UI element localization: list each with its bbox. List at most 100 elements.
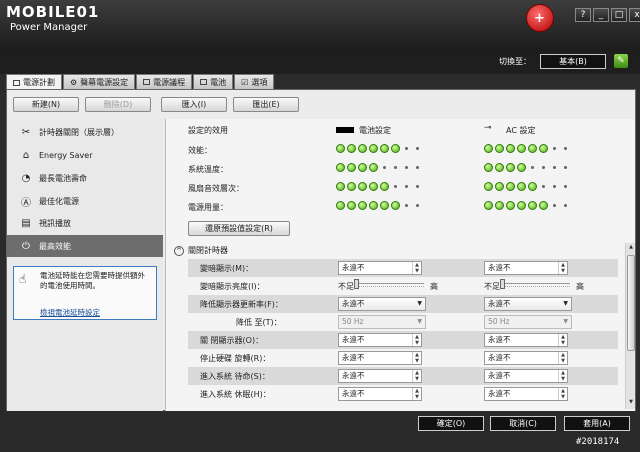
dim-display-ac-spin[interactable]: 永遠不 ▲ ▼	[484, 261, 568, 275]
battery-stretch-link[interactable]: 檢視電池延時設定	[40, 307, 100, 318]
close-button[interactable]: x	[629, 8, 640, 22]
ac-plug-icon: ⊸	[484, 123, 492, 133]
rating-dot-filled	[506, 163, 515, 172]
plan-settings: 設定的效用 電池設定 ⊸ AC 設定 效能： 系統溫度： 風扇音效層次： 電源用…	[165, 119, 635, 411]
rating-dot-filled	[484, 201, 493, 210]
rating-dot-filled	[484, 144, 493, 153]
display-off-ac-spin[interactable]: 永遠不 ▲ ▼	[484, 333, 568, 347]
temp-row-label: 系統溫度：	[188, 165, 228, 174]
settings-scrollbar[interactable]: ▲ ▼	[625, 243, 635, 409]
rating-dot-filled	[369, 163, 378, 172]
rating-dot-filled	[347, 163, 356, 172]
timer-row: 變暗顯示亮度(I)： 不足 高 不足 高	[188, 277, 618, 295]
timer-icon: ✂	[21, 126, 31, 138]
watermark: #2018174	[576, 437, 620, 447]
rating-dot-filled	[528, 144, 537, 153]
export-button[interactable]: 匯出(E)	[233, 97, 299, 112]
plan-item-max-performance[interactable]: ⏻ 最高效能	[7, 235, 163, 257]
battery-logo-icon: +	[526, 4, 554, 32]
scroll-thumb[interactable]	[627, 255, 635, 351]
rating-dot-filled	[369, 182, 378, 191]
rating-dot-filled	[358, 182, 367, 191]
power-battery-rating	[336, 201, 422, 210]
standby-battery-spin[interactable]: 永遠不 ▲ ▼	[338, 369, 422, 383]
tab-display-power[interactable]: ⚙ 聲幕電源設定	[63, 74, 136, 89]
rating-dot-empty	[416, 166, 419, 169]
tab-power-schedule[interactable]: 電源議程	[136, 74, 193, 89]
new-button[interactable]: 新建(N)	[13, 97, 79, 112]
collapse-icon: ^	[174, 245, 184, 256]
hibernate-ac-spin[interactable]: 永遠不 ▲ ▼	[484, 387, 568, 401]
power-icon: ⏻	[22, 240, 30, 252]
plan-item-max-battery[interactable]: ◔ 最長電池壽命	[7, 167, 163, 189]
tab-options[interactable]: ☑ 選項	[234, 74, 275, 89]
scroll-down-icon[interactable]: ▼	[627, 399, 635, 408]
rating-dot-filled	[528, 201, 537, 210]
timers-section-header[interactable]: ^ 關閉計時器	[174, 245, 228, 256]
rating-dot-filled	[506, 182, 515, 191]
dim-brightness-battery-slider[interactable]	[354, 279, 424, 289]
app-title: Power Manager	[10, 22, 88, 33]
cancel-button[interactable]: 取消(C)	[490, 416, 556, 431]
maximize-button[interactable]: □	[611, 8, 627, 22]
plan-item-energy-saver[interactable]: ⌂ Energy Saver	[7, 144, 163, 166]
reduce-to-battery-select[interactable]: 50 Hz ▼	[338, 315, 426, 329]
battery-plug-icon	[336, 127, 354, 133]
power-plug-icon[interactable]: ✎	[614, 54, 628, 68]
hdd-spin-down-battery-spin[interactable]: 永遠不 ▲ ▼	[338, 351, 422, 365]
slider-thumb[interactable]	[354, 279, 359, 289]
checkbox-icon: ☑	[241, 77, 249, 87]
rating-dot-filled	[369, 144, 378, 153]
plan-list: ✂ 計時器關閉（展示層） ⌂ Energy Saver ◔ 最長電池壽命 Ⓐ 最佳化電源…	[7, 119, 163, 411]
scroll-up-icon[interactable]: ▲	[627, 244, 635, 253]
rating-dot-filled	[517, 163, 526, 172]
rating-dot-filled	[484, 163, 493, 172]
battery-column-label: 電池設定	[359, 126, 391, 135]
current-settings-heading: 設定的效用	[188, 126, 228, 135]
rating-dot-filled	[506, 144, 515, 153]
refresh-rate-ac-select[interactable]: 永遠不 ▼	[484, 297, 572, 311]
rating-dot-filled	[336, 182, 345, 191]
perf-ac-rating	[484, 144, 570, 153]
import-button[interactable]: 匯入(I)	[161, 97, 227, 112]
timer-row: 進入系統 待命(S)： 永遠不 ▲ ▼ 永遠不 ▲ ▼	[188, 367, 618, 385]
display-off-battery-spin[interactable]: 永遠不 ▲ ▼	[338, 333, 422, 347]
reduce-to-ac-select[interactable]: 50 Hz ▼	[484, 315, 572, 329]
plan-item-optimized[interactable]: Ⓐ 最佳化電源	[7, 190, 163, 212]
dim-brightness-ac-slider[interactable]	[500, 279, 570, 289]
tab-battery[interactable]: 電池	[193, 74, 234, 89]
title-bar: MOBILE01 Power Manager + ? _ □ x	[0, 0, 640, 50]
plan-item-timer-off[interactable]: ✂ 計時器關閉（展示層）	[7, 121, 163, 143]
rating-dot-filled	[380, 182, 389, 191]
brand-logo: MOBILE01	[6, 3, 100, 21]
film-icon: ▤	[21, 217, 31, 229]
tab-power-plans[interactable]: 電源計劃	[6, 74, 62, 90]
dim-display-battery-spin[interactable]: 永遠不 ▲ ▼	[338, 261, 422, 275]
basic-mode-button[interactable]: 基本(B)	[540, 54, 606, 69]
timer-row: 降低 至(T)： 50 Hz ▼ 50 Hz ▼	[188, 313, 618, 331]
rating-dot-empty	[553, 147, 556, 150]
plan-item-video[interactable]: ▤ 視訊播放	[7, 212, 163, 234]
restore-defaults-button[interactable]: 還原預設值設定(R)	[188, 221, 290, 236]
hibernate-battery-spin[interactable]: 永遠不 ▲ ▼	[338, 387, 422, 401]
ok-button[interactable]: 確定(O)	[418, 416, 484, 431]
apply-button[interactable]: 套用(A)	[564, 416, 630, 431]
rating-dot-filled	[517, 182, 526, 191]
rating-dot-empty	[564, 166, 567, 169]
timer-row: 停止硬碟 旋轉(R)： 永遠不 ▲ ▼ 永遠不 ▲ ▼	[188, 349, 618, 367]
rating-dot-filled	[358, 144, 367, 153]
hdd-spin-down-ac-spin[interactable]: 永遠不 ▲ ▼	[484, 351, 568, 365]
power-ac-rating	[484, 201, 570, 210]
fan-row-label: 風扇音效層次：	[188, 184, 244, 193]
help-button[interactable]: ?	[575, 8, 591, 22]
temp-ac-rating	[484, 163, 570, 172]
rating-dot-filled	[539, 144, 548, 153]
ac-column-label: AC 設定	[506, 126, 536, 135]
delete-button[interactable]: 刪除(D)	[85, 97, 151, 112]
refresh-rate-battery-select[interactable]: 永遠不 ▼	[338, 297, 426, 311]
standby-ac-spin[interactable]: 永遠不 ▲ ▼	[484, 369, 568, 383]
temp-battery-rating	[336, 163, 422, 172]
minimize-button[interactable]: _	[593, 8, 609, 22]
gear-icon: ⚙	[70, 77, 78, 87]
slider-thumb[interactable]	[500, 279, 505, 289]
